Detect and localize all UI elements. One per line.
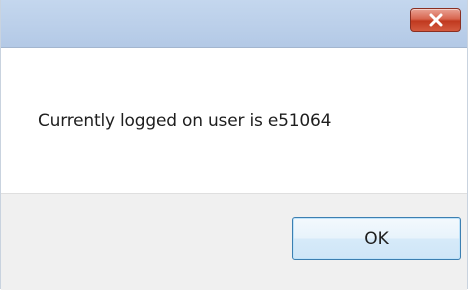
close-icon (428, 13, 444, 27)
dialog-content: Currently logged on user is e51064 (1, 48, 467, 193)
close-button[interactable] (410, 8, 461, 32)
message-text: Currently logged on user is e51064 (38, 111, 332, 131)
dialog-footer: OK (1, 193, 467, 290)
title-bar[interactable] (1, 0, 467, 48)
ok-button[interactable]: OK (292, 217, 461, 260)
message-dialog: Currently logged on user is e51064 OK (0, 0, 468, 290)
